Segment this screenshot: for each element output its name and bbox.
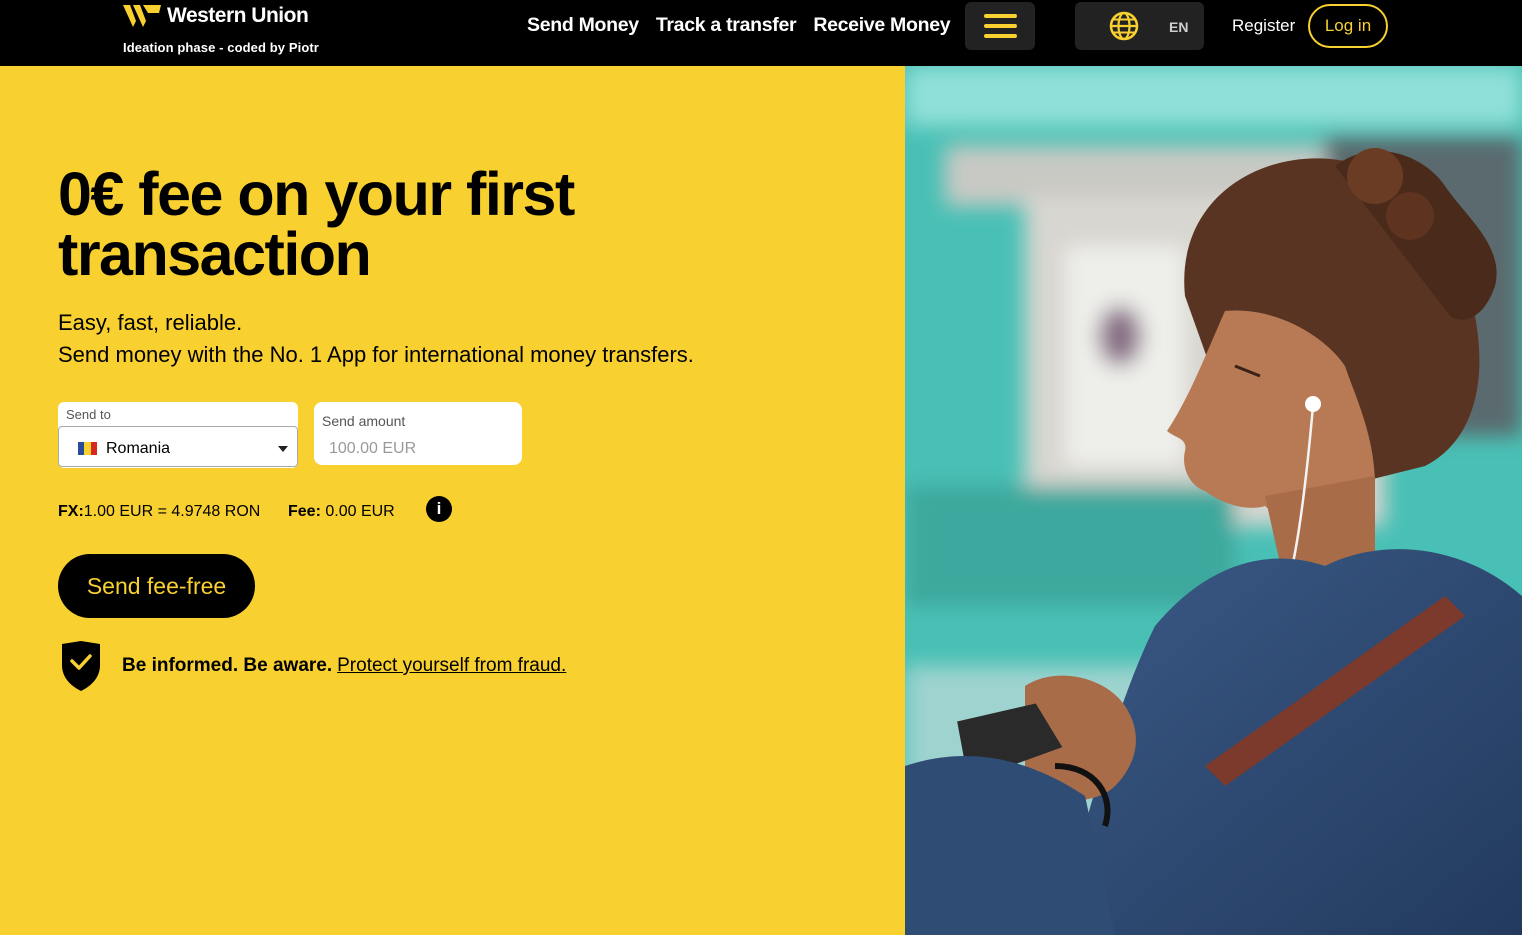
fx-rate: FX:1.00 EUR = 4.9748 RON: [58, 503, 260, 521]
send-to-label: Send to: [66, 407, 111, 422]
login-button[interactable]: Log in: [1308, 4, 1388, 48]
hamburger-icon-bar: [983, 24, 1017, 28]
fraud-protection-link[interactable]: Protect yourself from fraud.: [337, 655, 566, 677]
fx-label: FX:: [58, 503, 84, 520]
register-link[interactable]: Register: [1232, 16, 1295, 36]
brand-name: Western Union: [167, 4, 309, 27]
hero-photo-illustration: [905, 66, 1522, 935]
country-select[interactable]: Romania: [58, 426, 298, 467]
send-to-field: Send to Romania: [58, 402, 298, 468]
language-code: EN: [1169, 19, 1189, 35]
chevron-down-icon: [278, 446, 288, 452]
brand[interactable]: Western Union Ideation phase - coded by …: [123, 4, 319, 55]
fee-value: 0.00 EUR: [325, 503, 395, 520]
western-union-logo-icon: [123, 5, 161, 27]
hero-subtitle-description: Send money with the No. 1 App for intern…: [58, 342, 694, 367]
hamburger-icon: [983, 14, 1017, 18]
fee-info: Fee: 0.00 EUR: [288, 503, 395, 521]
brand-subtitle: Ideation phase - coded by Piotr: [123, 40, 319, 55]
shield-check-icon: [62, 641, 100, 691]
send-amount-field: Send amount: [314, 402, 522, 465]
nav-receive-money[interactable]: Receive Money: [813, 14, 950, 37]
globe-icon: [1109, 11, 1139, 41]
hero-headline: 0€ fee on your first transaction: [58, 160, 575, 288]
top-navigation-bar: Western Union Ideation phase - coded by …: [0, 0, 1522, 66]
hero-photo: [905, 66, 1522, 935]
nav-track-transfer[interactable]: Track a transfer: [656, 14, 797, 37]
hero-section: 0€ fee on your first transaction Easy, f…: [0, 66, 905, 935]
fraud-notice-text: Be informed. Be aware.: [122, 655, 333, 676]
hamburger-menu-button[interactable]: [965, 2, 1035, 50]
fraud-notice: Be informed. Be aware. Protect yourself …: [58, 641, 566, 691]
hamburger-icon-bar: [983, 34, 1017, 38]
nav-send-money[interactable]: Send Money: [527, 14, 639, 37]
brand-row: Western Union: [123, 4, 319, 28]
selected-country: Romania: [106, 440, 171, 457]
info-icon[interactable]: i: [426, 496, 452, 522]
send-amount-label: Send amount: [322, 413, 406, 429]
hero-subtitle-tagline: Easy, fast, reliable.: [58, 310, 243, 335]
fee-label: Fee:: [288, 503, 321, 520]
fx-value: 1.00 EUR = 4.9748 RON: [83, 503, 261, 520]
send-amount-input[interactable]: [329, 440, 509, 458]
main-nav: Send Money Track a transfer Receive Mone…: [527, 14, 967, 37]
romania-flag-icon: [78, 442, 97, 455]
send-fee-free-button[interactable]: Send fee-free: [58, 554, 255, 618]
language-selector[interactable]: EN: [1075, 2, 1204, 50]
